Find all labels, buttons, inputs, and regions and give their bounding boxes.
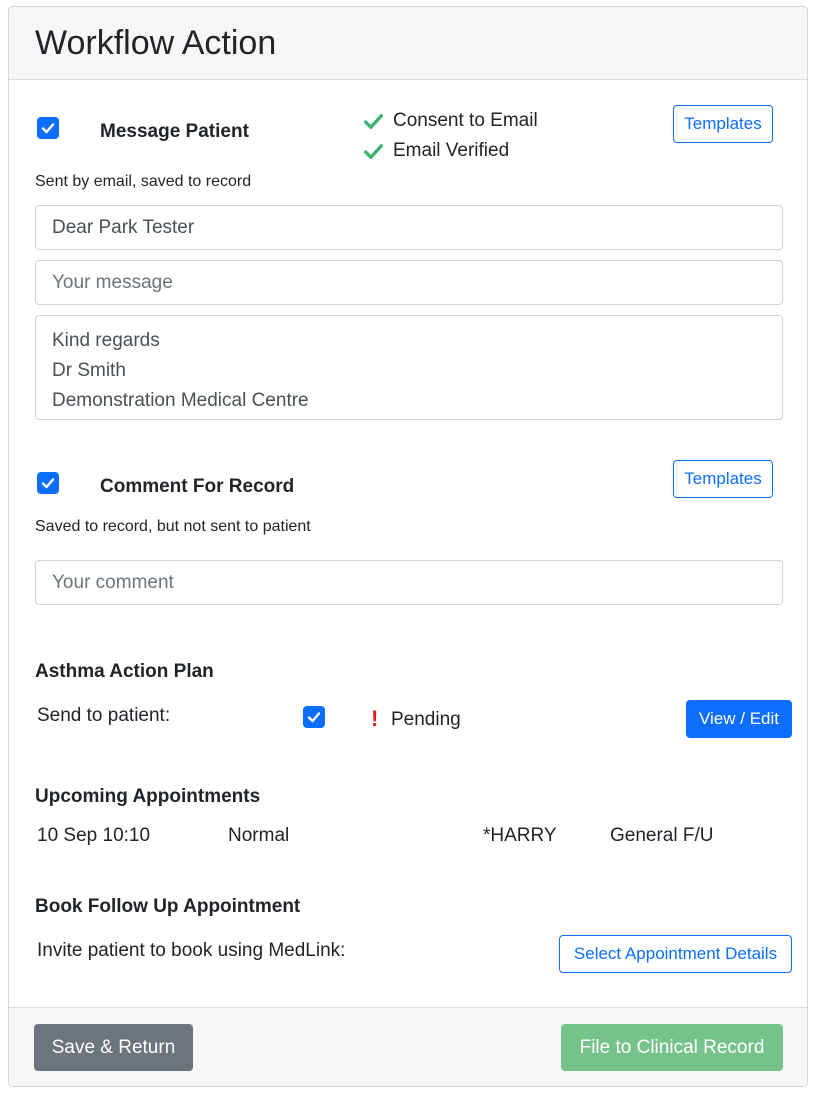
workflow-action-card: Workflow Action Message Patient Consent …	[8, 6, 808, 1087]
consent-email-text: Consent to Email	[393, 110, 538, 131]
checkmark-icon	[41, 123, 55, 134]
save-return-button[interactable]: Save & Return	[34, 1024, 193, 1071]
consent-email-status: Consent to Email	[363, 110, 538, 132]
appointment-datetime: 10 Sep 10:10	[37, 825, 151, 846]
green-check-icon	[363, 113, 384, 129]
send-to-patient-label: Send to patient:	[37, 705, 171, 726]
email-verified-status: Email Verified	[363, 140, 509, 162]
medlink-invite-label: Invite patient to book using MedLink:	[37, 940, 346, 961]
appointment-reason: General F/U	[610, 825, 714, 846]
asthma-plan-title: Asthma Action Plan	[35, 661, 214, 682]
appointment-type: Normal	[228, 825, 290, 846]
message-input[interactable]	[35, 260, 783, 305]
appointment-clinician: *HARRY	[483, 825, 557, 846]
email-verified-text: Email Verified	[393, 140, 510, 161]
exclamation-icon: !	[371, 706, 379, 731]
upcoming-appointments-title: Upcoming Appointments	[35, 786, 261, 807]
file-clinical-record-button[interactable]: File to Clinical Record	[561, 1024, 783, 1071]
follow-up-title: Book Follow Up Appointment	[35, 896, 301, 917]
comment-input[interactable]	[35, 560, 783, 605]
send-to-patient-checkbox[interactable]	[303, 706, 325, 728]
card-header: Workflow Action	[9, 7, 807, 80]
message-patient-label: Message Patient	[100, 121, 249, 142]
card-footer: Save & Return File to Clinical Record	[9, 1007, 807, 1086]
comment-templates-button[interactable]: Templates	[673, 460, 773, 498]
select-appointment-details-button[interactable]: Select Appointment Details	[559, 935, 792, 973]
comment-note: Saved to record, but not sent to patient	[35, 518, 311, 535]
message-note: Sent by email, saved to record	[35, 173, 252, 190]
comment-record-label: Comment For Record	[100, 476, 295, 497]
comment-record-checkbox[interactable]	[37, 472, 59, 494]
page-title: Workflow Action	[35, 24, 277, 62]
view-edit-button[interactable]: View / Edit	[686, 700, 792, 738]
pending-status: Pending	[391, 709, 461, 730]
signature-textarea[interactable]: Kind regards Dr Smith Demonstration Medi…	[35, 315, 783, 420]
greeting-input[interactable]	[35, 205, 783, 250]
checkmark-icon	[41, 478, 55, 489]
green-check-icon	[363, 143, 384, 159]
message-patient-checkbox[interactable]	[37, 117, 59, 139]
checkmark-icon	[307, 712, 321, 723]
message-templates-button[interactable]: Templates	[673, 105, 773, 143]
